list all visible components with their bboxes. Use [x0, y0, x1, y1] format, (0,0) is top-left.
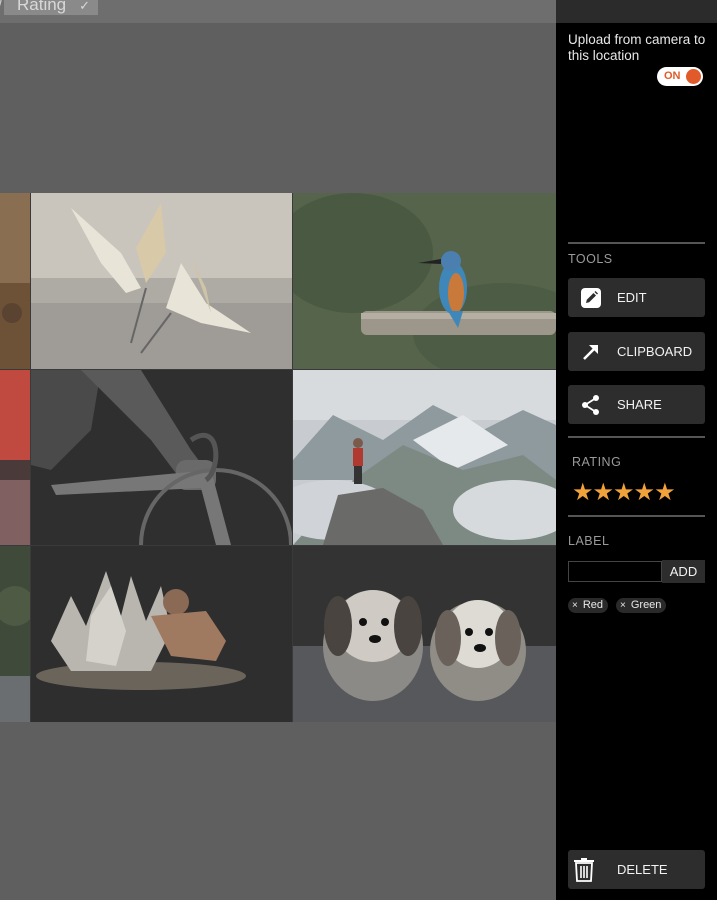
- remove-label-icon[interactable]: ×: [572, 598, 578, 613]
- label-chip-text: Red: [582, 599, 604, 611]
- delete-button[interactable]: DELETE: [568, 850, 705, 889]
- upload-toggle[interactable]: ON: [657, 67, 703, 86]
- photo-thumbnail[interactable]: [293, 546, 556, 722]
- share-icon: [582, 395, 599, 415]
- photo-details-sidebar: Upload from camera to this location ON T…: [556, 0, 717, 900]
- chevron-down-icon: ✓: [79, 0, 90, 14]
- sort-select[interactable]: Rating ✓: [4, 0, 98, 15]
- photo-grid: [0, 193, 556, 722]
- photo-thumbnail[interactable]: [31, 546, 292, 722]
- divider: [568, 515, 705, 517]
- upload-setting-label: Upload from camera to this location: [568, 32, 706, 63]
- star-icon[interactable]: ★: [593, 480, 615, 504]
- share-button-label: SHARE: [617, 397, 662, 412]
- photo-thumbnail[interactable]: [0, 193, 30, 369]
- sort-select-label: Rating: [17, 0, 67, 14]
- star-rating: ★★★★★: [572, 480, 676, 504]
- label-chip-green: × Green: [616, 598, 667, 613]
- label-input[interactable]: [568, 561, 662, 582]
- delete-button-label: DELETE: [617, 862, 668, 877]
- photo-thumbnail[interactable]: [0, 546, 30, 722]
- photo-thumbnail[interactable]: [293, 370, 556, 545]
- gallery-toolbar: / Rating ✓: [0, 0, 556, 23]
- remove-label-icon[interactable]: ×: [620, 598, 626, 613]
- photo-thumbnail[interactable]: [31, 193, 292, 369]
- edit-button[interactable]: EDIT: [568, 278, 705, 317]
- clipboard-button-label: CLIPBOARD: [617, 344, 693, 359]
- toggle-knob: [686, 69, 701, 84]
- star-icon[interactable]: ★: [613, 480, 635, 504]
- edit-icon: [581, 288, 601, 308]
- add-label-button[interactable]: ADD: [662, 560, 705, 583]
- upload-toggle-label: ON: [664, 70, 681, 82]
- clipboard-button[interactable]: CLIPBOARD: [568, 332, 705, 371]
- share-button[interactable]: SHARE: [568, 385, 705, 424]
- label-chip-red: × Red: [568, 598, 609, 613]
- label-heading: LABEL: [568, 534, 610, 548]
- star-icon[interactable]: ★: [654, 480, 676, 504]
- arrow-up-right-icon: [583, 345, 598, 360]
- toolbar-separator: /: [0, 0, 2, 14]
- star-icon[interactable]: ★: [634, 480, 656, 504]
- divider: [568, 436, 705, 438]
- app-root: / Rating ✓: [0, 0, 717, 900]
- photo-thumbnail[interactable]: [293, 193, 556, 369]
- rating-heading: RATING: [572, 455, 622, 469]
- photo-thumbnail[interactable]: [0, 370, 30, 545]
- star-icon[interactable]: ★: [572, 480, 594, 504]
- photo-thumbnail[interactable]: [31, 370, 292, 545]
- label-chip-text: Green: [630, 599, 662, 611]
- divider: [568, 242, 705, 244]
- sidebar-header-bar: [556, 0, 717, 23]
- trash-icon: [574, 858, 594, 882]
- tools-heading: TOOLS: [568, 252, 613, 266]
- edit-button-label: EDIT: [617, 290, 647, 305]
